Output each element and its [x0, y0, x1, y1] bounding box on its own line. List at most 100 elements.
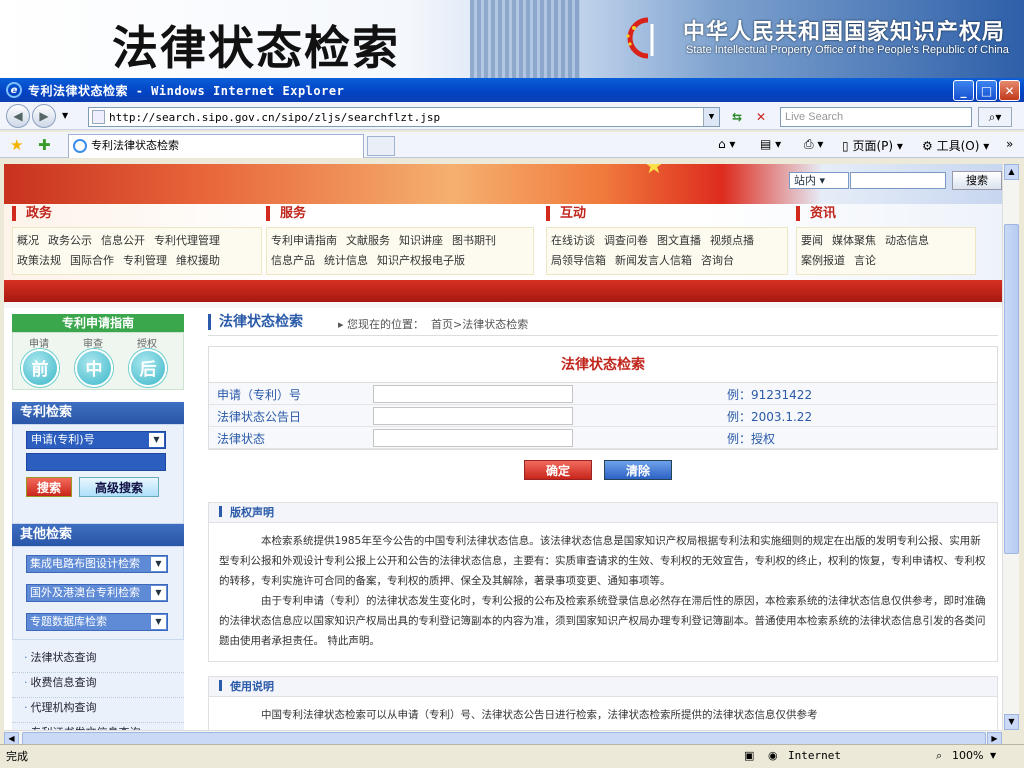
field-input[interactable]: [373, 407, 573, 425]
zoom-level[interactable]: 100%: [952, 749, 983, 762]
field-input[interactable]: [373, 429, 573, 447]
menu-link[interactable]: 专利管理: [123, 254, 167, 267]
forward-button[interactable]: ▶: [32, 103, 56, 128]
menu-link[interactable]: 知识讲座: [399, 234, 443, 247]
menu-link[interactable]: 调查问卷: [604, 234, 648, 247]
guide-step-button[interactable]: 中: [75, 349, 113, 387]
page-viewport: ★ 站内 ▾ 搜索 政务概况 政务公示 信息公开 专利代理管理政策法规 国际合作 专利管理…: [4, 164, 1002, 730]
form-row: 法律状态 例：授权: [209, 427, 997, 449]
patent-search-input[interactable]: [26, 453, 166, 471]
menu-section-title[interactable]: 政务: [12, 206, 262, 221]
tools-menu[interactable]: ⚙ 工具(O) ▾: [922, 137, 989, 154]
search-button[interactable]: 搜索: [26, 477, 72, 497]
tab-active[interactable]: 专利法律状态检索: [68, 134, 364, 158]
scroll-thumb[interactable]: [1004, 224, 1019, 554]
menu-link[interactable]: 维权援助: [176, 254, 220, 267]
search-form: 法律状态检索 申请（专利）号 例：91231422 法律状态公告日 例：2003.1.…: [208, 346, 998, 450]
site-search-button[interactable]: 搜索: [952, 171, 1002, 190]
address-dropdown-icon[interactable]: ▼: [703, 108, 719, 126]
menu-link[interactable]: 信息公开: [101, 234, 145, 247]
patent-search-title: 专利检索: [12, 402, 184, 424]
site-search-scope[interactable]: 站内 ▾: [789, 172, 849, 189]
ok-button[interactable]: 确定: [524, 460, 592, 480]
menu-link[interactable]: 要闻: [801, 234, 823, 247]
scroll-up-icon[interactable]: ▲: [1004, 164, 1019, 180]
zoom-dropdown-icon[interactable]: ▼: [990, 751, 996, 760]
favorites-star-icon[interactable]: ★: [10, 136, 23, 154]
menu-link[interactable]: 言论: [854, 254, 876, 267]
status-text: 完成: [6, 749, 28, 763]
menu-link[interactable]: 新闻发言人信箱: [615, 254, 692, 267]
other-search-select[interactable]: 专题数据库检索 ▼: [26, 613, 168, 631]
guide-step-button[interactable]: 后: [129, 349, 167, 387]
menu-section-title[interactable]: 服务: [266, 206, 534, 221]
stop-icon[interactable]: ✕: [751, 107, 771, 127]
close-button[interactable]: ✕: [999, 80, 1020, 101]
menu-link[interactable]: 概况: [17, 234, 39, 247]
menu-link[interactable]: 政务公示: [48, 234, 92, 247]
breadcrumb-path[interactable]: 首页>法律状态检索: [431, 318, 528, 331]
menu-link[interactable]: 文献服务: [346, 234, 390, 247]
menu-link[interactable]: 国际合作: [70, 254, 114, 267]
menu-link[interactable]: 动态信息: [885, 234, 929, 247]
back-button[interactable]: ◀: [6, 103, 30, 128]
menu-link[interactable]: 案例报道: [801, 254, 845, 267]
guide-caption: 申请: [29, 339, 49, 350]
scroll-down-icon[interactable]: ▼: [1004, 714, 1019, 730]
print-icon[interactable]: ⎙ ▾: [804, 137, 823, 152]
address-bar[interactable]: http://search.sipo.gov.cn/sipo/zljs/sear…: [88, 107, 720, 127]
minimize-button[interactable]: _: [953, 80, 974, 101]
new-tab-button[interactable]: [367, 136, 395, 156]
site-search-input[interactable]: [850, 172, 946, 189]
advanced-search-button[interactable]: 高级搜索: [79, 477, 159, 497]
feeds-icon[interactable]: ▤ ▾: [760, 137, 781, 151]
gear-icon: ⚙: [922, 139, 933, 153]
home-icon[interactable]: ⌂ ▾: [718, 137, 735, 151]
ie-tab-icon: [73, 139, 87, 153]
red-divider: [4, 280, 1002, 302]
menu-link[interactable]: 在线访谈: [551, 234, 595, 247]
menu-link[interactable]: 局领导信箱: [551, 254, 606, 267]
menu-link[interactable]: 信息产品: [271, 254, 315, 267]
refresh-icon[interactable]: ⇆: [727, 107, 747, 127]
menu-link[interactable]: 媒体聚焦: [832, 234, 876, 247]
add-favorites-icon[interactable]: ✚: [38, 136, 51, 154]
menu-link[interactable]: 知识产权报电子版: [377, 254, 465, 267]
menu-link[interactable]: 专利申请指南: [271, 234, 337, 247]
guide-title[interactable]: 专利申请指南: [12, 314, 184, 332]
menu-section-title[interactable]: 互动: [546, 206, 788, 221]
patent-search-type-select[interactable]: 申请(专利)号 ▼: [26, 431, 166, 449]
other-search-select[interactable]: 国外及港澳台专利检索 ▼: [26, 584, 168, 602]
menu-link[interactable]: 统计信息: [324, 254, 368, 267]
breadcrumb: ▸ 您现在的位置： 首页>法律状态检索: [338, 318, 529, 331]
quick-link[interactable]: 收费信息查询: [12, 673, 184, 698]
field-input[interactable]: [373, 385, 573, 403]
quick-link[interactable]: 代理机构查询: [12, 698, 184, 723]
vertical-scrollbar[interactable]: ▲ ▼: [1002, 164, 1019, 730]
flag-stars-icon: ★: [644, 164, 664, 179]
quick-link[interactable]: 专利证书发文信息查询: [12, 723, 184, 730]
menu-link[interactable]: 图书期刊: [452, 234, 496, 247]
page-menu[interactable]: ▯ 页面(P) ▾: [842, 137, 903, 154]
maximize-button[interactable]: □: [976, 80, 997, 101]
other-search-select[interactable]: 集成电路布图设计检索 ▼: [26, 555, 168, 573]
building-image: [470, 0, 580, 78]
history-dropdown-icon[interactable]: ▼: [62, 111, 68, 120]
menu-link[interactable]: 视频点播: [710, 234, 754, 247]
menu-link[interactable]: 图文直播: [657, 234, 701, 247]
live-search-input[interactable]: Live Search: [780, 107, 972, 127]
zoom-icon[interactable]: ⌕: [936, 749, 942, 763]
guide-step-button[interactable]: 前: [21, 349, 59, 387]
chevron-down-icon: ▼: [151, 615, 166, 629]
select-value: 集成电路布图设计检索: [30, 557, 140, 570]
menu-link[interactable]: 咨询台: [701, 254, 734, 267]
clear-button[interactable]: 清除: [604, 460, 672, 480]
menu-link[interactable]: 专利代理管理: [154, 234, 220, 247]
chevron-more-icon[interactable]: »: [1006, 137, 1013, 151]
org-name-en: State Intellectual Property Office of th…: [686, 44, 1009, 56]
quick-link[interactable]: 法律状态查询: [12, 648, 184, 673]
menu-section-title[interactable]: 资讯: [796, 206, 976, 221]
menu-link[interactable]: 政策法规: [17, 254, 61, 267]
search-icon[interactable]: ⌕▾: [978, 107, 1012, 127]
chevron-down-icon: ▼: [151, 557, 166, 571]
